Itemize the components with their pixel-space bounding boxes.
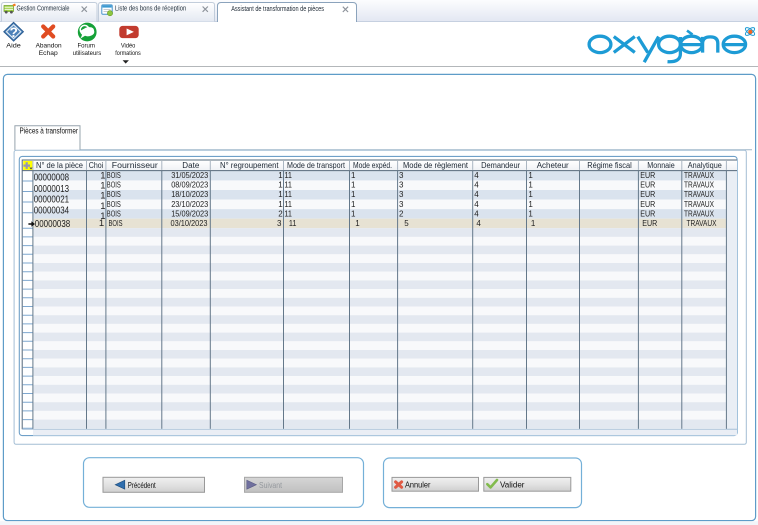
svg-text:TRAVAUX: TRAVAUX — [684, 190, 715, 199]
svg-text:EUR: EUR — [640, 190, 655, 199]
svg-text:1: 1 — [351, 171, 356, 180]
svg-text:08/09/2023: 08/09/2023 — [171, 181, 209, 190]
svg-text:1: 1 — [355, 219, 360, 228]
svg-text:BOIS: BOIS — [107, 181, 121, 190]
svg-text:Assistant de transformation de: Assistant de transformation de pièces — [231, 4, 324, 13]
svg-text:1: 1 — [528, 171, 533, 180]
svg-text:Date: Date — [182, 161, 200, 170]
svg-text:EUR: EUR — [640, 171, 655, 180]
svg-text:Suivant: Suivant — [259, 481, 283, 490]
svg-text:1: 1 — [100, 170, 105, 181]
svg-text:TRAVAUX: TRAVAUX — [684, 181, 715, 190]
svg-text:Valider: Valider — [500, 480, 525, 489]
svg-text:4: 4 — [476, 219, 481, 228]
svg-text:N° de la pièce: N° de la pièce — [36, 161, 84, 170]
svg-text:Annuler: Annuler — [405, 480, 431, 489]
svg-text:1: 1 — [351, 200, 356, 209]
svg-text:Vidéo: Vidéo — [121, 43, 136, 50]
svg-text:1: 1 — [528, 200, 533, 209]
svg-text:1: 1 — [278, 181, 283, 190]
svg-text:Fournisseur: Fournisseur — [112, 161, 158, 170]
svg-text:Mode de transport: Mode de transport — [287, 161, 346, 170]
svg-text:EUR: EUR — [640, 181, 655, 190]
svg-text:11: 11 — [289, 219, 297, 228]
svg-text:5: 5 — [404, 219, 409, 228]
svg-text:3: 3 — [399, 200, 404, 209]
svg-text:Pièces à transformer: Pièces à transformer — [20, 127, 79, 136]
svg-text:1: 1 — [351, 190, 356, 199]
svg-text:Régime fiscal: Régime fiscal — [587, 161, 632, 170]
svg-text:1: 1 — [528, 181, 533, 190]
svg-text:2: 2 — [399, 209, 404, 218]
svg-text:1: 1 — [99, 218, 104, 229]
svg-text:Demandeur: Demandeur — [481, 161, 520, 170]
svg-text:11: 11 — [284, 190, 292, 199]
svg-text:3: 3 — [399, 190, 404, 199]
svg-text:23/10/2023: 23/10/2023 — [171, 200, 209, 209]
svg-text:Choi: Choi — [89, 161, 104, 170]
svg-text:Forum: Forum — [77, 43, 95, 50]
svg-text:Gestion Commerciale: Gestion Commerciale — [17, 4, 70, 13]
svg-text:1: 1 — [351, 209, 356, 218]
svg-text:31/05/2023: 31/05/2023 — [171, 171, 209, 180]
svg-text:1: 1 — [278, 171, 283, 180]
svg-text:00000021: 00000021 — [34, 195, 70, 206]
svg-text:1: 1 — [278, 190, 283, 199]
svg-text:4: 4 — [474, 200, 479, 209]
svg-text:Aide: Aide — [6, 43, 21, 50]
svg-text:BOIS: BOIS — [107, 200, 121, 209]
svg-text:formations: formations — [115, 50, 141, 57]
svg-text:4: 4 — [474, 190, 479, 199]
svg-text:4: 4 — [474, 171, 479, 180]
svg-text:TRAVAUX: TRAVAUX — [684, 209, 715, 218]
svg-text:1: 1 — [528, 190, 533, 199]
svg-text:1: 1 — [351, 181, 356, 190]
svg-text:3: 3 — [399, 171, 404, 180]
svg-text:Précédent: Précédent — [128, 481, 157, 490]
svg-text:BOIS: BOIS — [107, 171, 121, 180]
svg-text:2: 2 — [278, 209, 283, 218]
svg-text:4: 4 — [474, 181, 479, 190]
svg-text:BOIS: BOIS — [109, 219, 123, 228]
svg-text:TRAVAUX: TRAVAUX — [684, 200, 715, 209]
svg-text:3: 3 — [277, 219, 282, 228]
svg-text:1: 1 — [531, 219, 536, 228]
svg-text:11: 11 — [284, 200, 292, 209]
svg-text:BOIS: BOIS — [107, 190, 121, 199]
svg-text:3: 3 — [399, 181, 404, 190]
svg-text:Echap: Echap — [39, 50, 58, 57]
svg-text:N° regroupement: N° regroupement — [220, 161, 279, 170]
svg-text:00000038: 00000038 — [35, 219, 71, 230]
svg-text:00000008: 00000008 — [34, 173, 70, 184]
svg-text:11: 11 — [284, 181, 292, 190]
svg-text:11: 11 — [284, 209, 292, 218]
svg-text:Liste des bons de réception: Liste des bons de réception — [115, 4, 186, 13]
svg-text:15/09/2023: 15/09/2023 — [171, 209, 209, 218]
svg-text:03/10/2023: 03/10/2023 — [171, 219, 209, 228]
svg-text:00000013: 00000013 — [34, 184, 70, 195]
svg-text:TRAVAUX: TRAVAUX — [684, 171, 715, 180]
svg-text:Mode de règlement: Mode de règlement — [403, 161, 469, 170]
svg-text:Abandon: Abandon — [36, 43, 62, 50]
svg-text:TRAVAUX: TRAVAUX — [687, 219, 718, 228]
svg-text:1: 1 — [100, 191, 105, 202]
svg-text:00000034: 00000034 — [34, 205, 70, 216]
svg-text:Mode expéd.: Mode expéd. — [353, 161, 392, 170]
svg-text:1: 1 — [528, 209, 533, 218]
svg-text:EUR: EUR — [640, 200, 655, 209]
svg-text:4: 4 — [474, 209, 479, 218]
svg-text:BOIS: BOIS — [107, 209, 121, 218]
svg-text:Analytique: Analytique — [688, 161, 723, 170]
svg-text:Monnaie: Monnaie — [647, 161, 675, 170]
svg-text:EUR: EUR — [640, 209, 655, 218]
svg-text:11: 11 — [284, 171, 292, 180]
svg-text:Acheteur: Acheteur — [537, 161, 569, 170]
svg-text:18/10/2023: 18/10/2023 — [171, 190, 209, 199]
svg-text:1: 1 — [278, 200, 283, 209]
svg-text:?: ? — [10, 25, 18, 40]
svg-text:EUR: EUR — [642, 219, 657, 228]
svg-text:utilisateurs: utilisateurs — [73, 50, 102, 57]
